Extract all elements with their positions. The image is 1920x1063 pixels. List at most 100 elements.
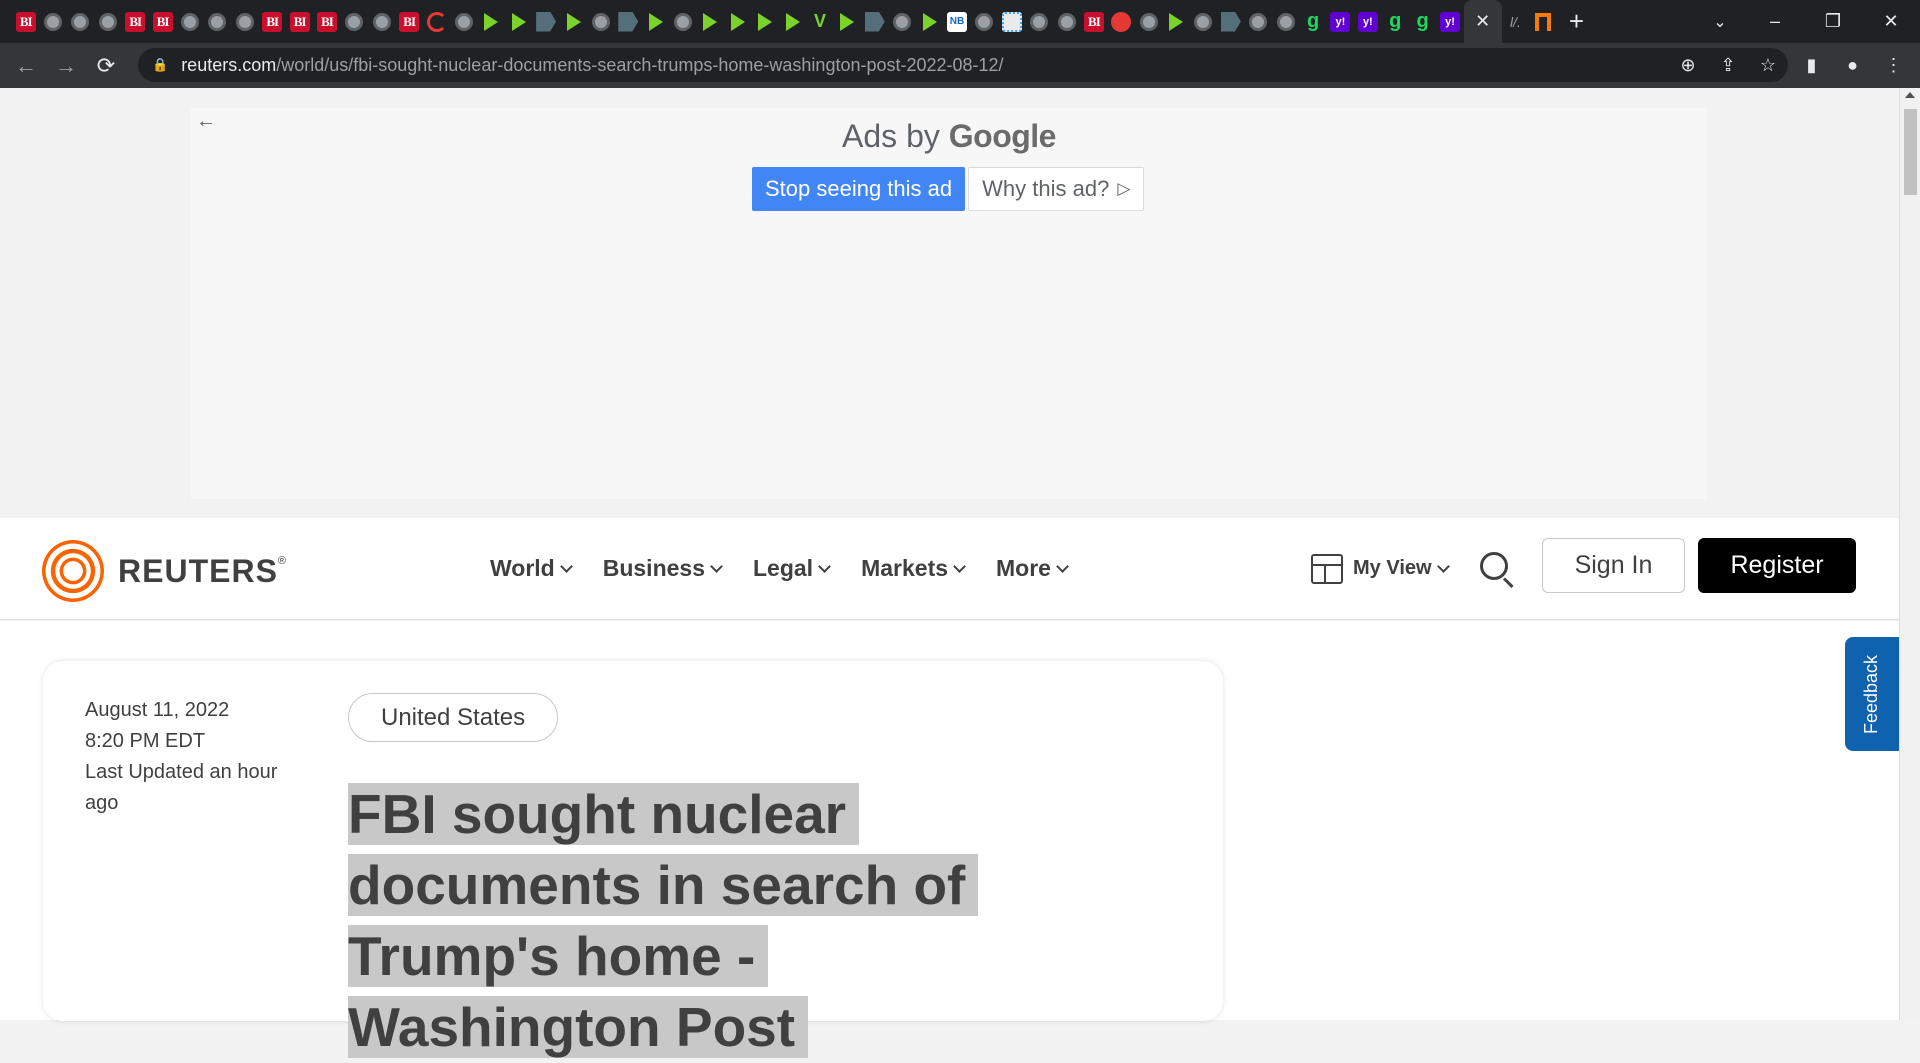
tab[interactable] [423, 0, 450, 43]
nav-world[interactable]: World [490, 555, 573, 582]
tab[interactable]: y! [1354, 0, 1381, 43]
tab[interactable]: y! [1327, 0, 1354, 43]
nav-label: More [996, 555, 1051, 581]
tab[interactable] [1529, 0, 1556, 43]
tab[interactable] [1217, 0, 1244, 43]
back-button[interactable]: ← [6, 48, 46, 84]
tab[interactable] [1135, 0, 1162, 43]
scroll-thumb[interactable] [1904, 109, 1917, 195]
tab[interactable] [697, 0, 724, 43]
lock-icon[interactable]: 🔒 [152, 57, 168, 73]
tab[interactable] [1190, 0, 1217, 43]
new-tab-button[interactable]: + [1556, 0, 1596, 43]
address-bar[interactable]: 🔒 reuters.com/world/us/fbi-sought-nuclea… [138, 48, 1788, 82]
active-tab-close-button[interactable]: ✕ [1463, 0, 1502, 43]
tab[interactable] [587, 0, 614, 43]
tab[interactable] [176, 0, 203, 43]
tab[interactable] [204, 0, 231, 43]
feedback-button[interactable]: Feedback [1845, 637, 1899, 751]
tab[interactable] [532, 0, 559, 43]
my-view-menu[interactable]: My View [1311, 518, 1450, 619]
tab[interactable] [752, 0, 779, 43]
tab[interactable] [505, 0, 532, 43]
scroll-up-arrow-icon[interactable] [1905, 92, 1915, 98]
close-window-button[interactable]: ✕ [1862, 11, 1920, 32]
tab[interactable] [1108, 0, 1135, 43]
stop-seeing-ad-button[interactable]: Stop seeing this ad [752, 167, 966, 211]
tab[interactable] [67, 0, 94, 43]
chevron-down-icon [710, 559, 723, 573]
page-scrollbar[interactable] [1899, 88, 1920, 1020]
chevron-down-icon [1056, 559, 1069, 573]
sign-in-button[interactable]: Sign In [1542, 538, 1685, 593]
reload-button[interactable]: ⟳ [86, 48, 126, 84]
tab[interactable] [834, 0, 861, 43]
tab[interactable]: y! [1436, 0, 1463, 43]
minimize-button[interactable]: – [1746, 11, 1804, 32]
reuters-logo[interactable]: REUTERS® [42, 540, 287, 602]
tab[interactable]: l/. [1502, 0, 1529, 43]
tab[interactable]: BI [149, 0, 176, 43]
bi-favicon-icon: BI [15, 11, 36, 32]
tab[interactable] [560, 0, 587, 43]
tab[interactable]: g [1299, 0, 1326, 43]
tab[interactable] [1025, 0, 1052, 43]
tab[interactable] [861, 0, 888, 43]
tab[interactable] [642, 0, 669, 43]
forward-button[interactable]: → [46, 48, 86, 84]
tab[interactable] [889, 0, 916, 43]
tab[interactable]: BI [259, 0, 286, 43]
tab[interactable]: g [1382, 0, 1409, 43]
yf-favicon-icon: y! [1440, 11, 1460, 32]
tab[interactable] [724, 0, 751, 43]
register-button[interactable]: Register [1698, 538, 1856, 593]
nav-business[interactable]: Business [603, 555, 723, 582]
tab[interactable] [1272, 0, 1299, 43]
tab[interactable]: g [1409, 0, 1436, 43]
tab[interactable] [478, 0, 505, 43]
tab[interactable]: BI [313, 0, 340, 43]
tab[interactable] [1245, 0, 1272, 43]
menu-icon[interactable]: ⋮ [1873, 55, 1914, 76]
search-icon[interactable] [1480, 552, 1508, 580]
tab[interactable] [368, 0, 395, 43]
zoom-icon[interactable]: ⊕ [1668, 55, 1708, 76]
flag-favicon-icon [1220, 11, 1241, 32]
tab[interactable]: BI [286, 0, 313, 43]
tab[interactable] [1162, 0, 1189, 43]
tab[interactable]: NB [943, 0, 970, 43]
nav-legal[interactable]: Legal [753, 555, 831, 582]
tab[interactable] [669, 0, 696, 43]
url-text[interactable]: reuters.com/world/us/fbi-sought-nuclear-… [181, 55, 1003, 76]
tab[interactable] [916, 0, 943, 43]
why-this-ad-button[interactable]: Why this ad? ▷ [968, 167, 1145, 211]
tab[interactable]: BI [395, 0, 422, 43]
nav-more[interactable]: More [996, 555, 1069, 582]
tab[interactable] [450, 0, 477, 43]
side-panel-icon[interactable]: ▮ [1791, 55, 1832, 76]
globe-favicon-icon [975, 12, 994, 31]
tab[interactable]: V [806, 0, 833, 43]
topic-tag[interactable]: United States [348, 693, 559, 742]
tab[interactable] [94, 0, 121, 43]
tab[interactable] [39, 0, 66, 43]
tab[interactable] [971, 0, 998, 43]
share-icon[interactable]: ⇪ [1708, 55, 1748, 76]
tab[interactable] [998, 0, 1025, 43]
tab[interactable]: BI [12, 0, 39, 43]
profile-icon[interactable]: ● [1832, 55, 1873, 76]
tab-search-button[interactable]: ⌄ [1700, 0, 1740, 43]
article-meta: August 11, 2022 8:20 PM EDT Last Updated… [85, 695, 295, 819]
tab[interactable] [231, 0, 258, 43]
nav-markets[interactable]: Markets [861, 555, 966, 582]
tab[interactable]: BI [1080, 0, 1107, 43]
redc-favicon-icon [426, 11, 447, 32]
tab[interactable] [615, 0, 642, 43]
bookmark-star-icon[interactable]: ☆ [1748, 55, 1788, 76]
restore-button[interactable]: ❐ [1804, 11, 1862, 32]
yf-favicon-icon: y! [1357, 11, 1378, 32]
tab[interactable]: BI [122, 0, 149, 43]
tab[interactable] [341, 0, 368, 43]
tab[interactable] [1053, 0, 1080, 43]
tab[interactable] [779, 0, 806, 43]
